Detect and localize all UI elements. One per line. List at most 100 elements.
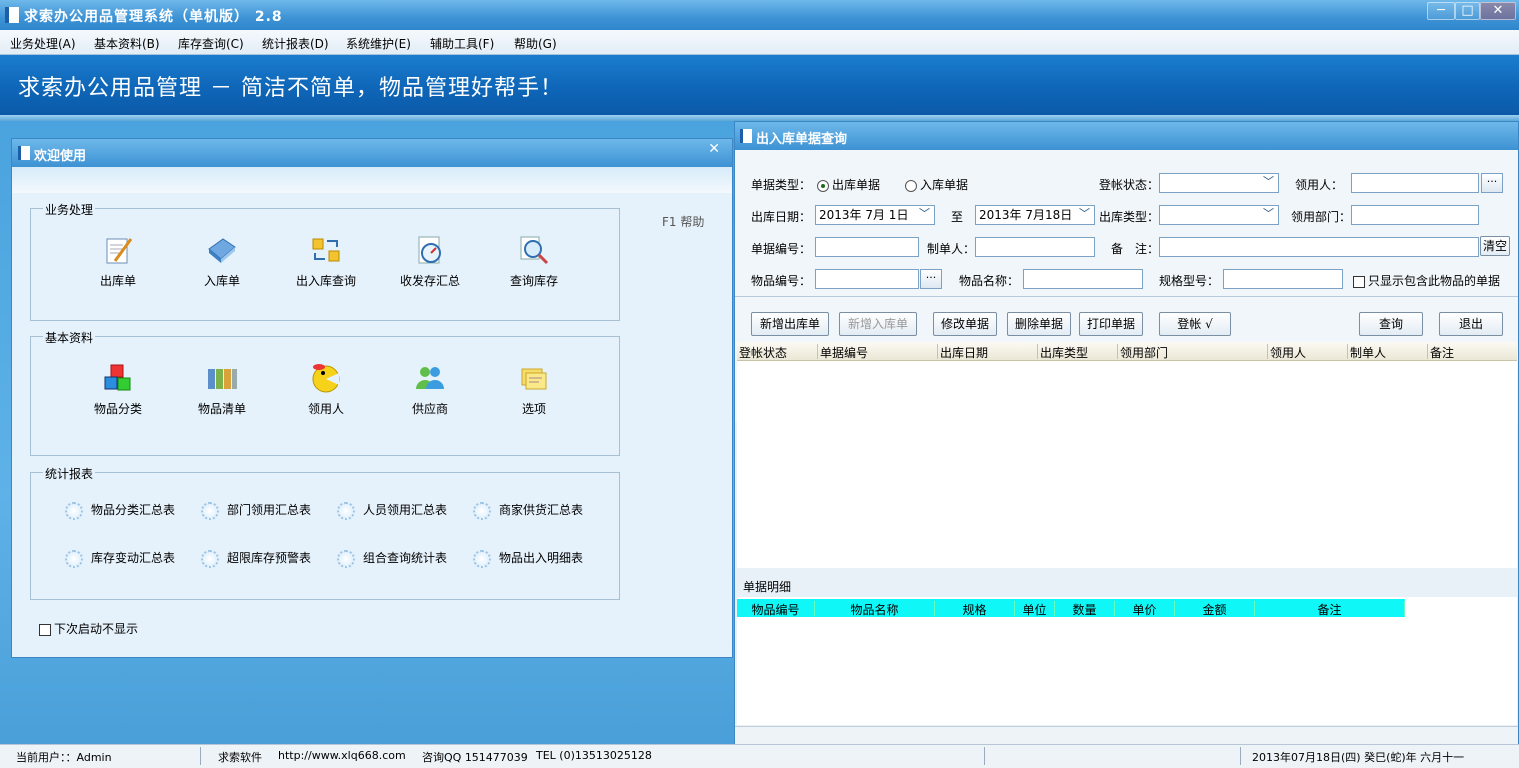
status-separator — [200, 747, 201, 765]
welcome-header-band — [12, 167, 732, 193]
report-label: 组合查询统计表 — [363, 551, 448, 565]
menu-tools[interactable]: 辅助工具(F) — [430, 35, 494, 52]
checkbox-box[interactable] — [1353, 275, 1365, 288]
post-status-select[interactable]: ﹀ — [1159, 173, 1279, 193]
banner: 求索办公用品管理 － 简洁不简单，物品管理好帮手！ — [0, 55, 1519, 115]
detail-column-header[interactable]: 物品编号 — [737, 601, 815, 617]
tool-label: 物品清单 — [197, 402, 246, 416]
item-name-input[interactable] — [1023, 269, 1143, 289]
report-stock-alert[interactable]: 超限库存预警表 — [201, 549, 311, 568]
exit-button[interactable]: 退出 — [1439, 312, 1503, 336]
app-icon — [5, 7, 19, 23]
detail-column-header[interactable]: 金额 — [1175, 601, 1255, 617]
recipient-input[interactable] — [1351, 173, 1479, 193]
grid-column-header[interactable]: 出库类型 — [1037, 344, 1115, 360]
menu-system[interactable]: 系统维护(E) — [346, 35, 411, 52]
grid-column-header[interactable]: 制单人 — [1347, 344, 1425, 360]
maker-input[interactable] — [975, 237, 1095, 257]
report-icon — [473, 501, 491, 520]
report-item-category-summary[interactable]: 物品分类汇总表 — [65, 501, 175, 520]
grid-column-header[interactable]: 单据编号 — [817, 344, 935, 360]
radio-button[interactable] — [905, 179, 917, 192]
report-item-detail[interactable]: 物品出入明细表 — [473, 549, 583, 568]
radio-button[interactable] — [817, 179, 829, 192]
new-out-order-button[interactable]: 新增出库单 — [751, 312, 829, 336]
doc-no-input[interactable] — [815, 237, 919, 257]
menu-business[interactable]: 业务处理(A) — [10, 35, 76, 52]
print-doc-button[interactable]: 打印单据 — [1079, 312, 1143, 336]
recipient-browse-button[interactable]: ··· — [1481, 173, 1503, 193]
report-icon — [65, 549, 83, 568]
remark-input[interactable] — [1159, 237, 1479, 257]
tool-stock-query[interactable]: 查询库存 — [489, 233, 579, 289]
radio-in-docs[interactable]: 入库单据 — [905, 176, 968, 193]
detail-column-header[interactable]: 单价 — [1115, 601, 1175, 617]
tool-supplier[interactable]: 供应商 — [385, 361, 475, 417]
detail-column-header[interactable]: 数量 — [1055, 601, 1115, 617]
report-person-summary[interactable]: 人员领用汇总表 — [337, 501, 447, 520]
grid-column-header[interactable]: 备注 — [1427, 344, 1515, 360]
menu-inventory-query[interactable]: 库存查询(C) — [178, 35, 244, 52]
post-button[interactable]: 登帐 √ — [1159, 312, 1231, 336]
detail-column-header[interactable]: 单位 — [1015, 601, 1055, 617]
date-from-picker[interactable]: 2013年 7月 1日 ﹀ — [815, 205, 935, 225]
tool-item-category[interactable]: 物品分类 — [73, 361, 163, 417]
welcome-close-button[interactable]: ✕ — [708, 141, 720, 157]
grid-column-header[interactable]: 领用人 — [1267, 344, 1345, 360]
recipient-label: 领用人： — [1295, 178, 1344, 192]
detail-column-header[interactable]: 规格 — [935, 601, 1015, 617]
date-to-picker[interactable]: 2013年 7月18日 ﹀ — [975, 205, 1095, 225]
tool-item-list[interactable]: 物品清单 — [177, 361, 267, 417]
item-no-input[interactable] — [815, 269, 919, 289]
grid-column-header[interactable]: 登帐状态 — [737, 344, 815, 360]
detail-grid[interactable]: 物品编号 物品名称 规格 单位 数量 单价 金额 备注 — [737, 597, 1517, 725]
tool-recipient[interactable]: 领用人 — [281, 361, 371, 417]
users-icon — [416, 367, 444, 389]
dept-input[interactable] — [1351, 205, 1479, 225]
report-icon — [201, 501, 219, 520]
report-label: 超限库存预警表 — [227, 551, 312, 565]
tool-options[interactable]: 选项 — [489, 361, 579, 417]
close-button[interactable]: ✕ — [1480, 2, 1516, 20]
menu-help[interactable]: 帮助(G) — [514, 35, 557, 52]
tool-in-order[interactable]: 入库单 — [177, 233, 267, 289]
report-stock-change[interactable]: 库存变动汇总表 — [65, 549, 175, 568]
edit-doc-button[interactable]: 修改单据 — [933, 312, 997, 336]
grid-column-header[interactable]: 领用部门 — [1117, 344, 1265, 360]
tool-inout-query[interactable]: 出入库查询 — [281, 233, 371, 289]
tool-summary[interactable]: 收发存汇总 — [385, 233, 475, 289]
report-combined-query[interactable]: 组合查询统计表 — [337, 549, 447, 568]
search-button[interactable]: 查询 — [1359, 312, 1423, 336]
radio-label: 入库单据 — [920, 178, 969, 192]
status-url[interactable]: http://www.xlq668.com — [278, 749, 406, 762]
tool-label: 出库单 — [99, 274, 136, 288]
clear-button[interactable]: 清空 — [1480, 236, 1510, 256]
checkbox-box[interactable] — [39, 623, 51, 636]
menu-basic-data[interactable]: 基本资料(B) — [94, 35, 160, 52]
status-bar: 当前用户：：Admin 求索软件 http://www.xlq668.com 咨… — [0, 744, 1519, 768]
no-show-next-checkbox[interactable]: 下次启动不显示 — [39, 620, 138, 637]
menu-reports[interactable]: 统计报表(D) — [262, 35, 329, 52]
new-in-order-button[interactable]: 新增入库单 — [839, 312, 917, 336]
report-vendor-summary[interactable]: 商家供货汇总表 — [473, 501, 583, 520]
maximize-button[interactable]: □ — [1455, 2, 1480, 20]
minimize-button[interactable]: ─ — [1427, 2, 1455, 20]
delete-doc-button[interactable]: 删除单据 — [1007, 312, 1071, 336]
radio-out-docs[interactable]: 出库单据 — [817, 176, 880, 193]
only-show-checkbox[interactable]: 只显示包含此物品的单据 — [1353, 272, 1500, 289]
help-link[interactable]: F1 帮助 — [662, 213, 704, 230]
item-browse-button[interactable]: ··· — [920, 269, 942, 289]
report-icon — [473, 549, 491, 568]
doc-no-label: 单据编号： — [751, 242, 812, 256]
tool-label: 查询库存 — [509, 274, 558, 288]
grid-column-header[interactable]: 出库日期 — [937, 344, 1035, 360]
documents-grid[interactable]: 登帐状态 单据编号 出库日期 出库类型 领用部门 领用人 制单人 备注 — [737, 342, 1517, 568]
out-type-select[interactable]: ﹀ — [1159, 205, 1279, 225]
detail-column-header[interactable]: 物品名称 — [815, 601, 935, 617]
tool-out-order[interactable]: 出库单 — [73, 233, 163, 289]
documents-grid-header: 登帐状态 单据编号 出库日期 出库类型 领用部门 领用人 制单人 备注 — [737, 342, 1517, 361]
spec-input[interactable] — [1223, 269, 1343, 289]
report-dept-summary[interactable]: 部门领用汇总表 — [201, 501, 311, 520]
banner-slogan: 求索办公用品管理 － 简洁不简单，物品管理好帮手！ — [18, 76, 563, 101]
detail-column-header[interactable]: 备注 — [1255, 601, 1405, 617]
